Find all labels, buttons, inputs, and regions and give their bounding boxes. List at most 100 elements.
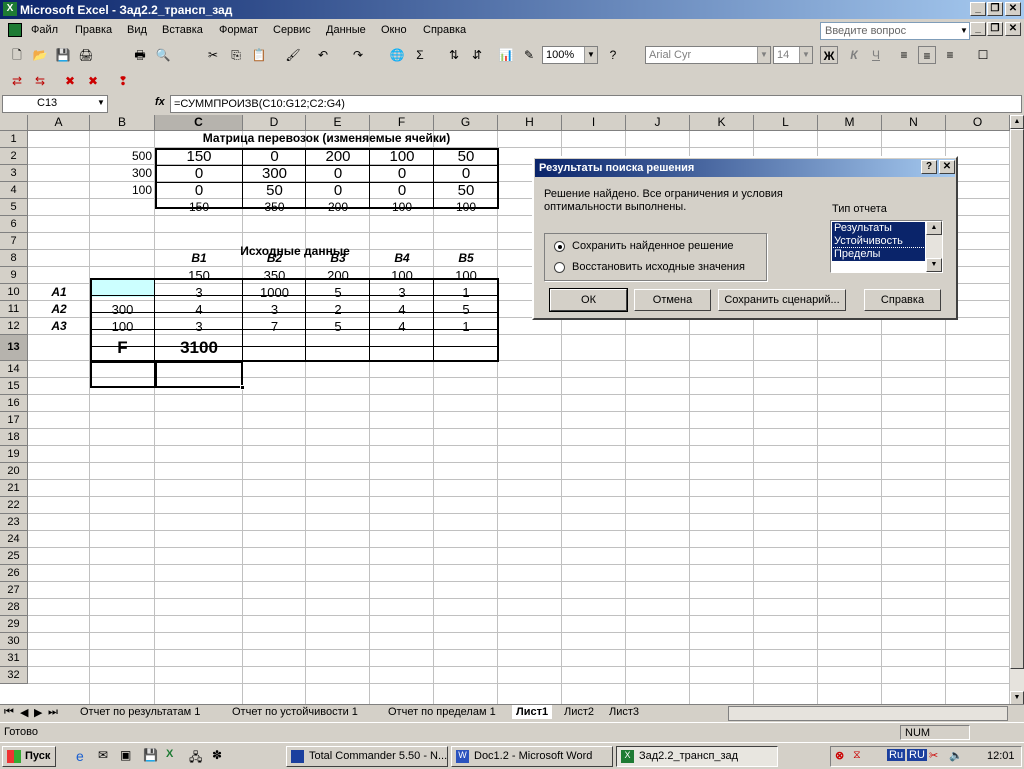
autosum-icon[interactable]: Σ	[411, 46, 429, 64]
last-sheet-icon[interactable]: ⏭	[48, 706, 58, 719]
bold-button[interactable]: Ж	[820, 46, 838, 64]
column-header-O[interactable]: O	[946, 115, 1010, 131]
report-results-item[interactable]: Результаты	[832, 222, 925, 235]
name-box[interactable]: C13 ▼	[2, 95, 108, 113]
column-header-L[interactable]: L	[754, 115, 818, 131]
report-type-list[interactable]: Результаты Устойчивость Пределы ▲ ▼	[830, 220, 943, 273]
column-header-E[interactable]: E	[306, 115, 370, 131]
ie-icon[interactable]: e	[76, 748, 84, 764]
align-right-icon[interactable]: ≡	[941, 46, 959, 64]
formula-input[interactable]: =СУММПРОИЗВ(C10:G12;C2:G4)	[170, 95, 1022, 113]
sort-asc-icon[interactable]: ⇅	[445, 46, 463, 64]
horizontal-scrollbar[interactable]	[728, 706, 1008, 721]
menu-view[interactable]: Вид	[127, 24, 147, 36]
row-header-4[interactable]: 4	[0, 182, 28, 199]
menu-file[interactable]: Файл	[31, 24, 58, 36]
tab-limits-report[interactable]: Отчет по пределам 1	[388, 706, 496, 718]
menu-help[interactable]: Справка	[423, 24, 466, 36]
menu-data[interactable]: Данные	[326, 24, 366, 36]
floppy-icon[interactable]: 💾	[143, 748, 158, 762]
next-sheet-icon[interactable]: ▶	[34, 706, 42, 719]
trace-error-icon[interactable]: ❢	[114, 72, 132, 90]
tray-tool-icon[interactable]: ✂	[929, 749, 938, 762]
supply-top-cell[interactable]: 100	[90, 182, 152, 199]
close-button[interactable]: ✕	[1005, 2, 1021, 16]
column-header-I[interactable]: I	[562, 115, 626, 131]
redo-icon[interactable]: ↷	[349, 46, 367, 64]
help-question-input[interactable]: Введите вопрос	[820, 22, 970, 40]
row-header-32[interactable]: 32	[0, 667, 28, 684]
tab-sheet2[interactable]: Лист2	[564, 706, 594, 718]
column-header-N[interactable]: N	[882, 115, 946, 131]
scroll-thumb[interactable]	[1010, 129, 1024, 669]
speaker-icon[interactable]: 🔈	[949, 749, 963, 762]
lang-indicator[interactable]: Ru	[887, 749, 906, 761]
scroll-down-icon[interactable]: ▼	[926, 258, 942, 272]
row-header-20[interactable]: 20	[0, 463, 28, 480]
column-header-C[interactable]: C	[155, 115, 243, 131]
report-list-scrollbar[interactable]: ▲ ▼	[926, 221, 942, 272]
task-word[interactable]: W Doc1.2 - Microsoft Word	[451, 746, 613, 767]
desktop-icon[interactable]: ▣	[120, 748, 131, 762]
supplier-label[interactable]: A3	[28, 318, 90, 335]
undo-icon[interactable]: ↶	[314, 46, 332, 64]
dialog-help-action-button[interactable]: Справка	[864, 289, 941, 311]
column-header-F[interactable]: F	[370, 115, 434, 131]
row-header-14[interactable]: 14	[0, 361, 28, 378]
row-header-8[interactable]: 8	[0, 250, 28, 267]
fx-icon[interactable]: fx	[155, 96, 165, 108]
row-header-19[interactable]: 19	[0, 446, 28, 463]
row-header-22[interactable]: 22	[0, 497, 28, 514]
cancel-button[interactable]: Отмена	[634, 289, 711, 311]
report-limits-item[interactable]: Пределы	[831, 247, 926, 262]
underline-button[interactable]: Ч	[867, 46, 885, 64]
ok-button[interactable]: ОК	[549, 288, 628, 312]
row-header-24[interactable]: 24	[0, 531, 28, 548]
remove-all-arrows-icon[interactable]: ✖	[84, 72, 102, 90]
chevron-down-icon[interactable]: ▼	[97, 98, 105, 107]
row-header-9[interactable]: 9	[0, 267, 28, 284]
keep-solution-radio[interactable]: Сохранить найденное решение	[554, 240, 734, 252]
new-icon[interactable]: 🗋	[8, 46, 26, 64]
row-header-1[interactable]: 1	[0, 131, 28, 148]
menu-insert[interactable]: Вставка	[162, 24, 203, 36]
row-header-23[interactable]: 23	[0, 514, 28, 531]
row-header-29[interactable]: 29	[0, 616, 28, 633]
column-header-H[interactable]: H	[498, 115, 562, 131]
row-header-17[interactable]: 17	[0, 412, 28, 429]
row-header-30[interactable]: 30	[0, 633, 28, 650]
menu-tools[interactable]: Сервис	[273, 24, 311, 36]
row-header-16[interactable]: 16	[0, 395, 28, 412]
menu-format[interactable]: Формат	[219, 24, 258, 36]
column-header-B[interactable]: B	[90, 115, 155, 131]
row-header-3[interactable]: 3	[0, 165, 28, 182]
tab-sensitivity-report[interactable]: Отчет по устойчивости 1	[232, 706, 358, 718]
outlook-icon[interactable]: ✉	[98, 748, 108, 762]
hyperlink-icon[interactable]: 🌐	[388, 46, 406, 64]
menu-window[interactable]: Окно	[381, 24, 407, 36]
minimize-button[interactable]: _	[970, 2, 986, 16]
font-size-select[interactable]: 14 ▼	[773, 46, 813, 64]
chevron-down-icon[interactable]: ▼	[799, 47, 812, 63]
row-header-26[interactable]: 26	[0, 565, 28, 582]
start-button[interactable]: Пуск	[2, 746, 56, 767]
row-header-10[interactable]: 10	[0, 284, 28, 301]
remove-arrows-icon[interactable]: ✖	[61, 72, 79, 90]
chevron-down-icon[interactable]: ▼	[757, 47, 770, 63]
row-header-21[interactable]: 21	[0, 480, 28, 497]
column-header-K[interactable]: K	[690, 115, 754, 131]
antivirus-icon[interactable]: ⊗	[835, 749, 844, 762]
row-header-12[interactable]: 12	[0, 318, 28, 335]
acrobat-icon[interactable]: ⧖	[853, 749, 861, 762]
first-sheet-icon[interactable]: ⏮	[4, 706, 14, 719]
scroll-up-icon[interactable]: ▲	[926, 221, 942, 235]
sort-desc-icon[interactable]: ⇵	[468, 46, 486, 64]
row-header-5[interactable]: 5	[0, 199, 28, 216]
report-sensitivity-item[interactable]: Устойчивость	[832, 235, 925, 248]
corner-select-all[interactable]	[0, 115, 28, 131]
row-header-15[interactable]: 15	[0, 378, 28, 395]
consumer-header[interactable]: B5	[434, 250, 498, 267]
excel-quick-icon[interactable]: X	[166, 748, 173, 760]
align-left-icon[interactable]: ≡	[895, 46, 913, 64]
supply-top-cell[interactable]: 300	[90, 165, 152, 182]
